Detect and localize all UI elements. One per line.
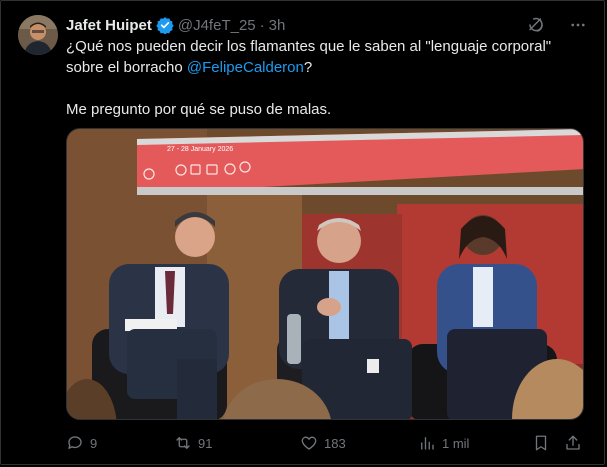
- share-button[interactable]: [564, 432, 582, 454]
- verified-badge-icon: [156, 17, 174, 34]
- avatar[interactable]: [18, 15, 58, 55]
- display-name[interactable]: Jafet Huipet: [66, 17, 152, 34]
- share-icon: [566, 435, 580, 450]
- repost-count: 91: [198, 435, 213, 451]
- bookmark-button[interactable]: [532, 432, 550, 454]
- more-icon[interactable]: [569, 16, 587, 34]
- reply-count: 9: [90, 435, 98, 451]
- views-button[interactable]: 1 mil: [418, 432, 469, 454]
- like-button[interactable]: 183: [300, 432, 346, 454]
- reply-button[interactable]: 9: [66, 432, 97, 454]
- timestamp[interactable]: 3h: [269, 17, 286, 34]
- grok-icon[interactable]: [527, 16, 545, 34]
- handle[interactable]: @J4feT_25: [178, 17, 256, 34]
- bookmark-icon: [535, 435, 547, 451]
- repost-icon: [176, 437, 190, 449]
- separator: ·: [259, 16, 265, 34]
- tweet-text-part2: ?: [303, 59, 313, 76]
- reply-icon: [68, 436, 82, 449]
- tweet-header: Jafet Huipet @J4feT_25 · 3h: [66, 14, 587, 36]
- views-icon: [421, 437, 434, 450]
- tweet-text-line2: Me pregunto por qué se puso de malas.: [66, 101, 332, 118]
- mention-link[interactable]: @FelipeCalderon: [187, 59, 304, 76]
- like-icon: [301, 436, 317, 450]
- screen-date-text: 27 - 28 January 2026: [167, 146, 233, 153]
- views-count: 1 mil: [442, 435, 470, 451]
- like-count: 183: [324, 435, 346, 451]
- repost-button[interactable]: 91: [174, 432, 212, 454]
- tweet-image[interactable]: 27 - 28 January 2026: [66, 128, 584, 420]
- tweet-text: ¿Qué nos pueden decir los flamantes que …: [66, 36, 576, 120]
- tweet-actions: 9 91 183 1 mil: [66, 432, 586, 454]
